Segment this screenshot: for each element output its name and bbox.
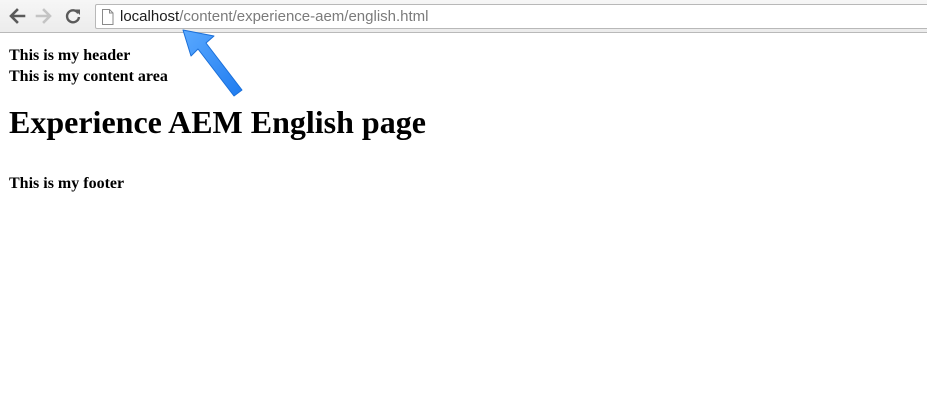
reload-button[interactable]	[62, 5, 84, 27]
callout-arrow-icon	[182, 29, 243, 97]
url-host: localhost	[120, 8, 180, 25]
page-icon	[102, 9, 114, 25]
back-button[interactable]	[6, 5, 28, 27]
back-arrow-icon	[9, 8, 26, 24]
footer-text: This is my footer	[9, 175, 125, 192]
reload-icon	[65, 9, 81, 24]
forward-arrow-icon	[35, 8, 52, 24]
page-heading: Experience AEM English page	[9, 104, 426, 140]
address-bar-url: localhost/content/experience-aem/english…	[120, 5, 429, 28]
browser-toolbar: localhost/content/experience-aem/english…	[0, 0, 927, 33]
forward-button[interactable]	[33, 5, 55, 27]
url-path: /content/experience-aem/english.html	[179, 8, 429, 25]
